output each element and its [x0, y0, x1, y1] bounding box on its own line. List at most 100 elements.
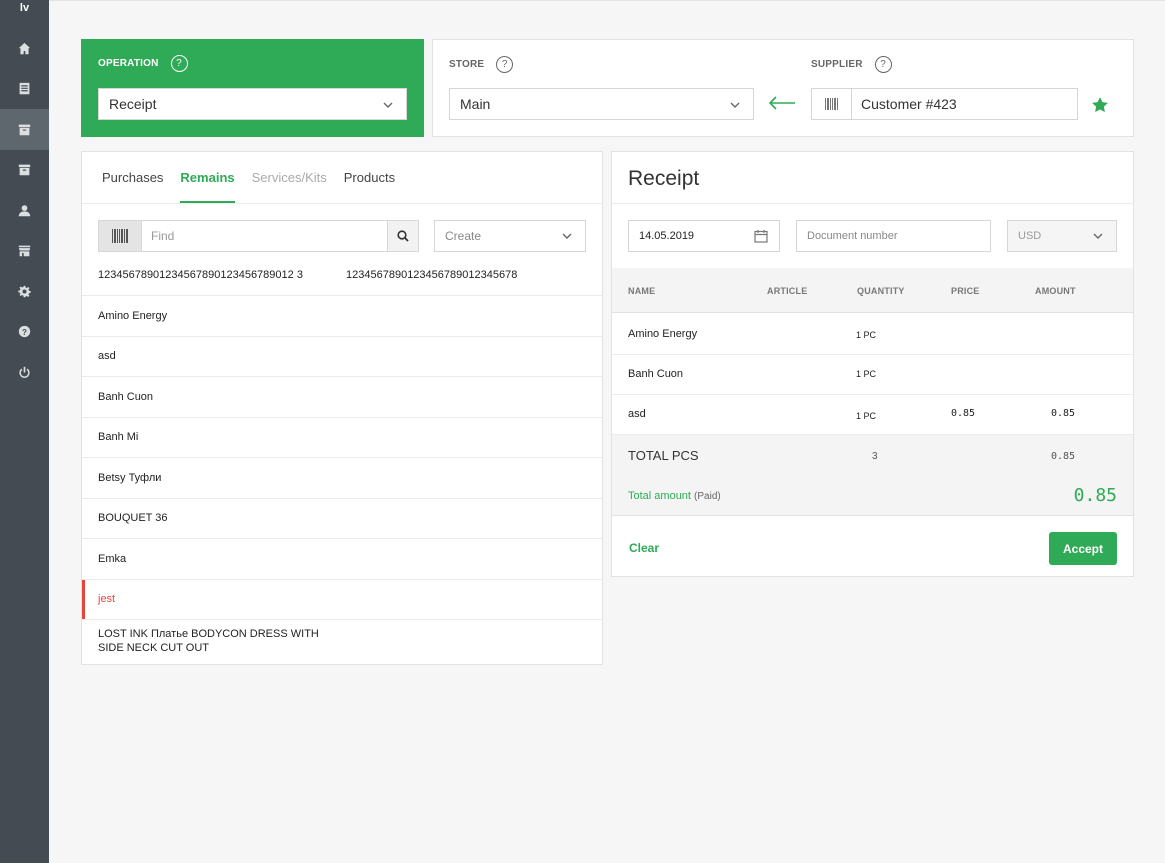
column-price: PRICE: [951, 286, 980, 296]
code-item[interactable]: 1234567890123456789012345678: [346, 269, 517, 281]
currency-value: USD: [1018, 230, 1042, 242]
cell-name: Banh Cuon: [628, 368, 684, 380]
date-field[interactable]: 14.05.2019: [628, 220, 780, 252]
supplier-input-value: Customer #423: [861, 96, 957, 112]
help-icon[interactable]: ?: [496, 56, 514, 73]
store-icon: [18, 245, 31, 257]
list-item[interactable]: asd: [82, 335, 602, 377]
accept-button[interactable]: Accept: [1049, 532, 1117, 565]
store-supplier-panel: STORE ? Main SUPPLIER ? Customer #423: [432, 39, 1134, 137]
tab-services-kits[interactable]: Services/Kits: [252, 152, 327, 204]
help-icon: ?: [18, 326, 31, 338]
cell-name: Amino Energy: [628, 328, 698, 340]
total-pcs-label: TOTAL PCS: [628, 448, 699, 463]
product-name: Amino Energy: [98, 309, 168, 322]
tab-purchases[interactable]: Purchases: [102, 152, 163, 204]
cell-amount: 0.85: [1051, 408, 1076, 419]
sidebar-item-documents[interactable]: [0, 69, 49, 110]
product-name: Banh Cuon: [98, 390, 154, 403]
tab-products[interactable]: Products: [344, 152, 395, 204]
column-amount: AMOUNT: [1035, 286, 1076, 296]
product-name: asd: [98, 350, 116, 363]
arrow-left-icon: [768, 95, 796, 111]
clear-button[interactable]: Clear: [629, 541, 659, 555]
tab-remains[interactable]: Remains: [180, 152, 235, 204]
sidebar-item-settings[interactable]: [0, 271, 49, 312]
products-tabs: Purchases Remains Services/Kits Products: [102, 152, 412, 204]
list-item[interactable]: Amino Energy: [82, 295, 602, 336]
chevron-down-icon: [729, 98, 741, 110]
payment-status: (Paid): [694, 491, 721, 502]
help-icon[interactable]: ?: [170, 55, 188, 72]
product-name: Banh Mi: [98, 431, 139, 444]
sidebar-item-stores[interactable]: [0, 231, 49, 272]
barcode-scan-button[interactable]: [98, 220, 142, 252]
search-placeholder: Find: [151, 229, 175, 243]
barcode-icon: [824, 98, 838, 110]
list-item[interactable]: Banh Cuon: [82, 376, 602, 417]
list-item[interactable]: Emka: [82, 538, 602, 579]
sidebar-item-logout[interactable]: [0, 352, 49, 393]
code-item[interactable]: 12345678901234567890123456789012 3: [98, 269, 303, 281]
user-icon: [18, 204, 31, 216]
product-name: Betsy Туфли: [98, 471, 162, 484]
cell-quantity[interactable]: 1 PC: [856, 369, 876, 379]
sidebar-item-inventory[interactable]: [0, 150, 49, 191]
search-button[interactable]: [387, 220, 419, 252]
list-item[interactable]: BOUQUET 36: [82, 497, 602, 539]
product-name-line: SIDE NECK CUT OUT: [98, 641, 210, 654]
table-row[interactable]: Amino Energy 1 PC: [612, 314, 1133, 355]
search-icon: [397, 230, 409, 242]
totals-section: TOTAL PCS 3 0.85 Total amount (Paid) 0.8…: [612, 435, 1133, 516]
supplier-label: SUPPLIER ?: [811, 56, 892, 73]
cell-quantity[interactable]: 1 PC: [856, 411, 876, 421]
receipt-panel: Receipt 14.05.2019 Document number USD N…: [611, 151, 1134, 577]
operation-select-value: Receipt: [109, 96, 157, 112]
product-name: BOUQUET 36: [98, 512, 168, 525]
calendar-icon: [754, 230, 768, 243]
list-icon: [19, 83, 30, 95]
column-article: ARTICLE: [767, 286, 808, 296]
power-icon: [19, 366, 30, 378]
operation-panel: OPERATION ? Receipt: [81, 39, 424, 137]
sidebar-item-customers[interactable]: [0, 190, 49, 231]
column-name: NAME: [628, 286, 656, 296]
list-item[interactable]: Banh Mi: [82, 416, 602, 458]
operation-label: OPERATION ?: [98, 55, 188, 72]
list-item[interactable]: Betsy Туфли: [82, 457, 602, 498]
create-select-value: Create: [445, 229, 482, 243]
barcode-icon: [112, 229, 128, 243]
sidebar-item-home[interactable]: [0, 28, 49, 69]
gear-icon: [18, 285, 31, 297]
svg-text:?: ?: [22, 328, 27, 337]
currency-select[interactable]: USD: [1007, 220, 1117, 252]
total-sum-value: 0.85: [1051, 451, 1076, 462]
app-logo: lv: [19, 2, 30, 14]
help-icon[interactable]: ?: [874, 56, 892, 73]
sidebar-item-warehouse[interactable]: [0, 109, 49, 150]
store-select-value: Main: [460, 96, 491, 112]
total-amount-value: 0.85: [1073, 485, 1117, 506]
store-label-text: STORE: [449, 59, 485, 70]
table-row[interactable]: asd 1 PC 0.85 0.85: [612, 394, 1133, 435]
document-number-field[interactable]: Document number: [796, 220, 991, 252]
star-icon[interactable]: [1091, 96, 1109, 114]
supplier-input[interactable]: Customer #423: [851, 88, 1078, 120]
products-panel: Purchases Remains Services/Kits Products…: [81, 151, 603, 665]
list-item[interactable]: LOST INK Платье BODYCON DRESS WITH SIDE …: [82, 619, 602, 661]
list-item[interactable]: jest: [82, 578, 602, 620]
sidebar-item-help[interactable]: ?: [0, 312, 49, 353]
create-select[interactable]: Create: [434, 220, 586, 252]
cell-quantity[interactable]: 1 PC: [856, 330, 876, 340]
sidebar: lv ?: [0, 0, 49, 863]
cell-price[interactable]: 0.85: [951, 408, 975, 419]
store-select[interactable]: Main: [449, 88, 754, 120]
product-list: Amino Energy asd Banh Cuon Banh Mi Betsy…: [82, 295, 602, 661]
search-input[interactable]: Find: [142, 220, 388, 252]
product-name: Emka: [98, 552, 127, 565]
table-row[interactable]: Banh Cuon 1 PC: [612, 354, 1133, 395]
operation-select[interactable]: Receipt: [98, 88, 407, 120]
supplier-barcode-button[interactable]: [811, 88, 852, 120]
document-number-placeholder: Document number: [807, 230, 898, 242]
page-title: Receipt: [628, 167, 700, 190]
